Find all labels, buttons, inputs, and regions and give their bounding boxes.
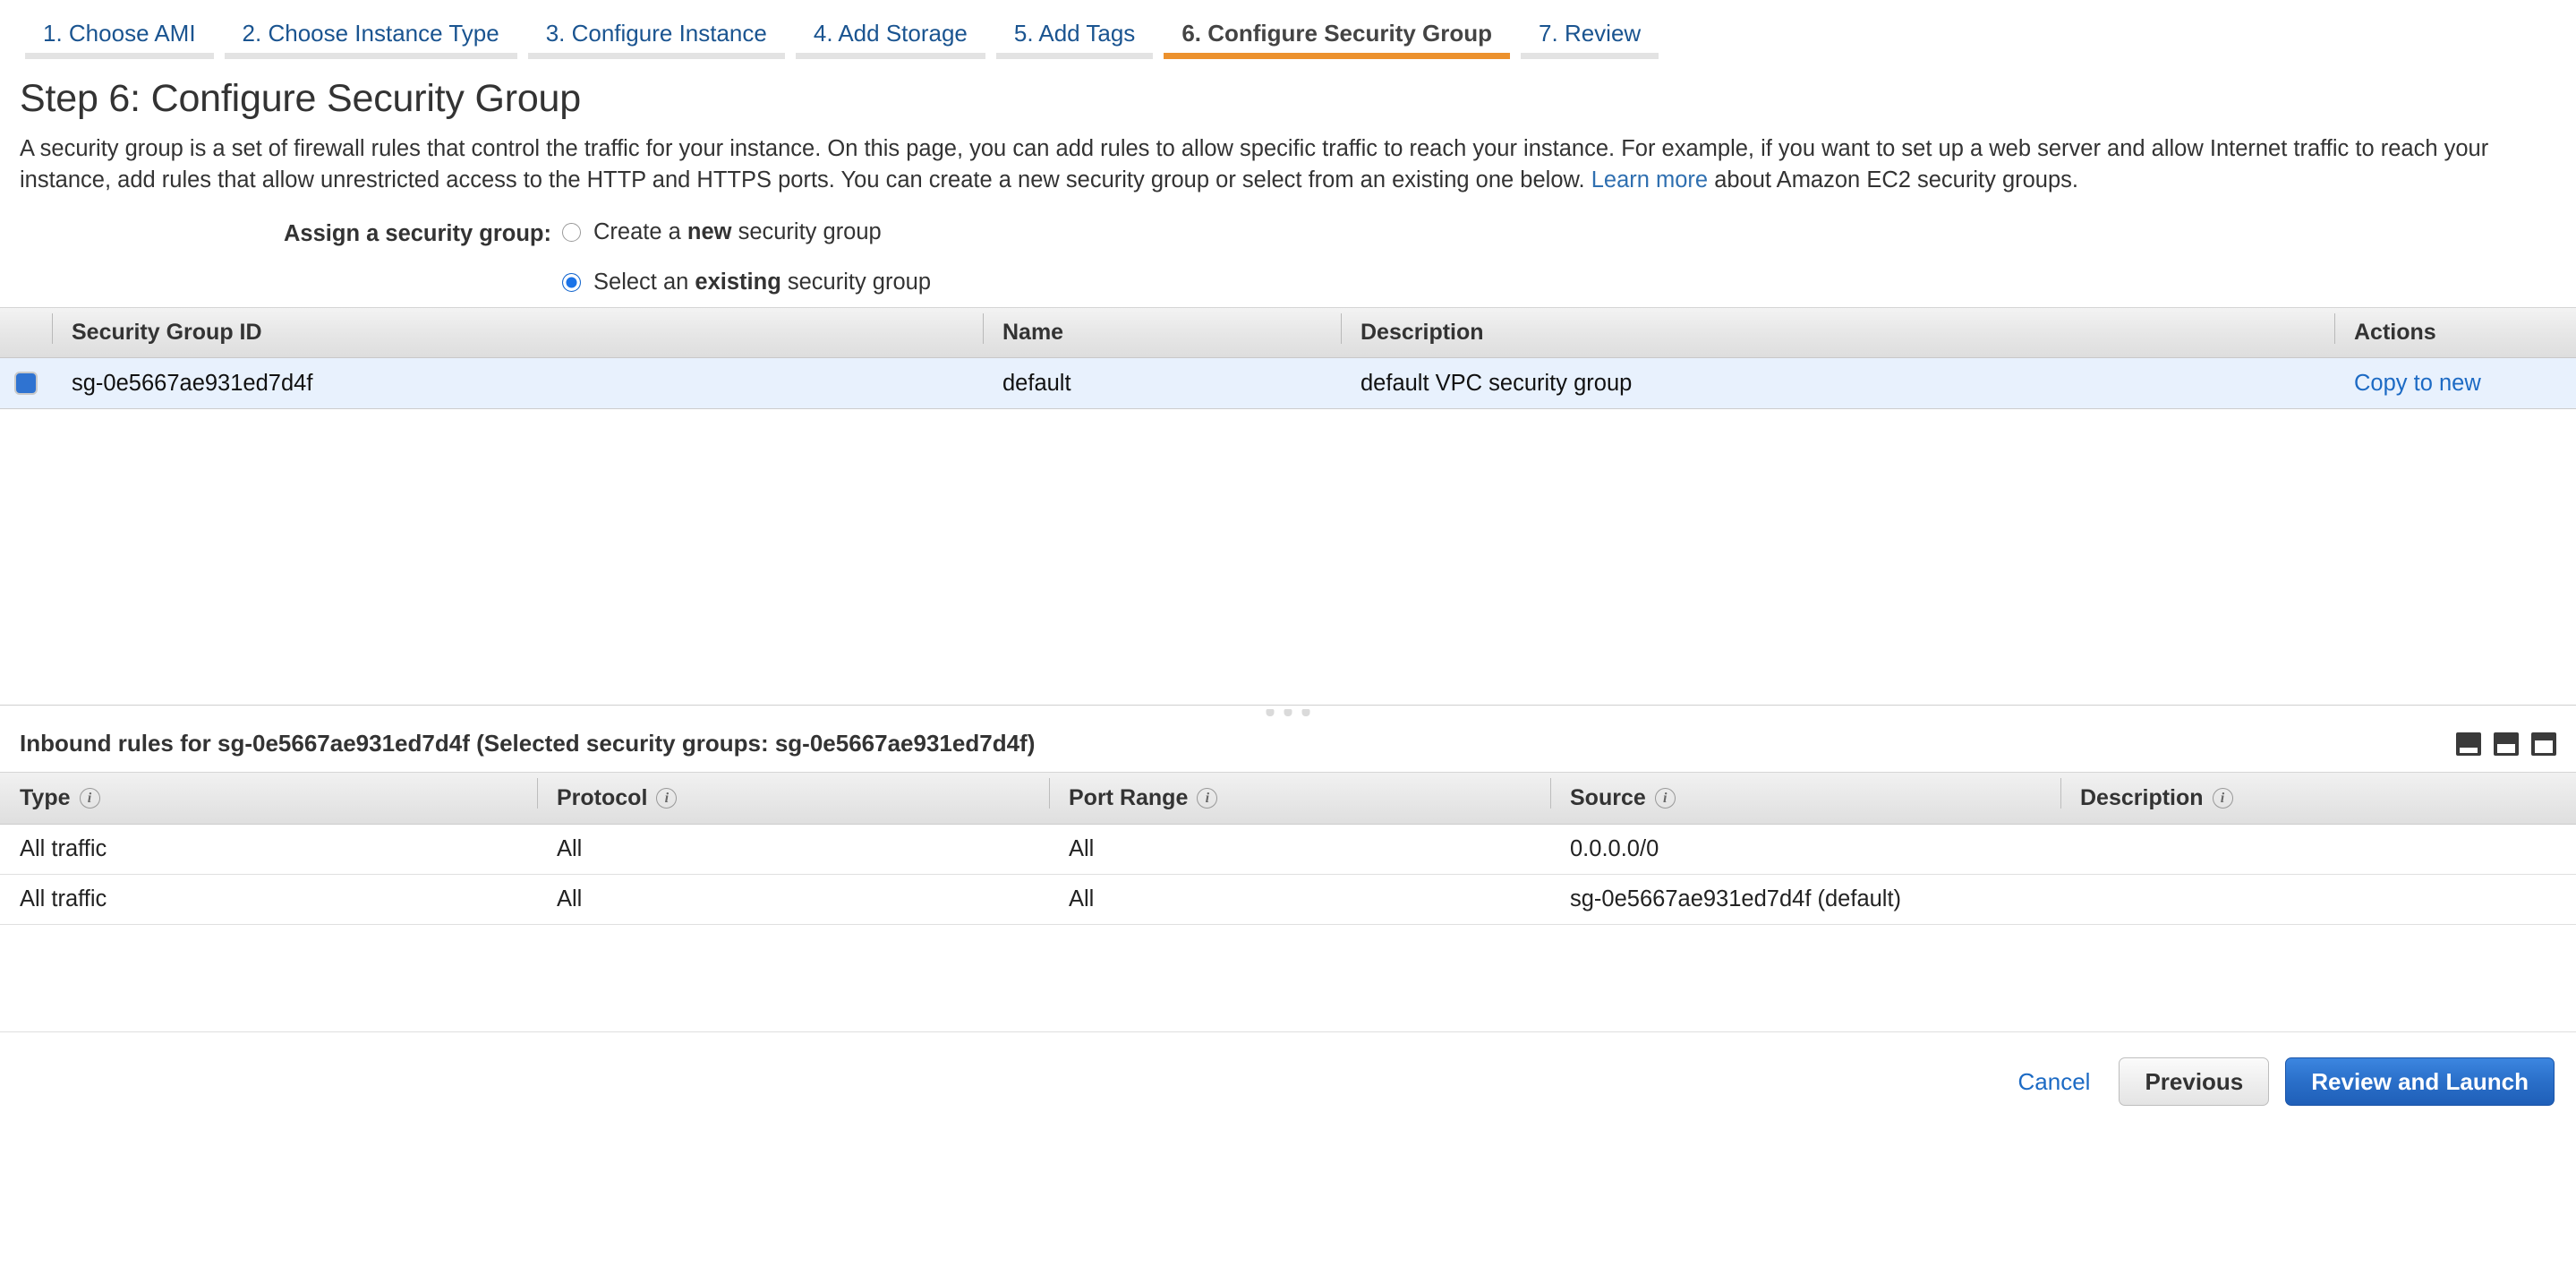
column-header-description-label: Description bbox=[2080, 785, 2204, 811]
info-icon[interactable]: i bbox=[2213, 788, 2233, 809]
page-description: A security group is a set of firewall ru… bbox=[20, 133, 2556, 196]
tab-underline bbox=[1521, 53, 1659, 59]
wizard-tab-label: 6. Configure Security Group bbox=[1181, 20, 1492, 47]
column-header-actions: Actions bbox=[2334, 320, 2576, 346]
inbound-rules-title: Inbound rules for sg-0e5667ae931ed7d4f (… bbox=[20, 730, 1035, 757]
previous-button[interactable]: Previous bbox=[2119, 1057, 2269, 1106]
panel-size-controls bbox=[2456, 732, 2556, 756]
cell-actions: Copy to new bbox=[2334, 371, 2576, 397]
learn-more-link[interactable]: Learn more bbox=[1591, 167, 1708, 193]
cell-port-range: All bbox=[1049, 836, 1550, 862]
radio-label-emphasis: new bbox=[687, 219, 732, 244]
wizard-tab-7[interactable]: 7. Review bbox=[1515, 21, 1664, 59]
inbound-rules-table-header: Type i Protocol i Port Range i Source i … bbox=[0, 773, 2576, 825]
splitter-grip-dots bbox=[1267, 709, 1310, 716]
table-row[interactable]: sg-0e5667ae931ed7d4f default default VPC… bbox=[0, 358, 2576, 408]
description-part-2: about Amazon EC2 security groups. bbox=[1708, 167, 2078, 193]
column-header-source[interactable]: Source i bbox=[1550, 785, 2060, 811]
tab-underline bbox=[225, 53, 517, 59]
wizard-tab-4[interactable]: 4. Add Storage bbox=[790, 21, 991, 59]
cell-description: default VPC security group bbox=[1341, 371, 2334, 397]
page-title: Step 6: Configure Security Group bbox=[20, 77, 2576, 121]
column-header-protocol[interactable]: Protocol i bbox=[537, 785, 1049, 811]
cancel-button[interactable]: Cancel bbox=[2006, 1068, 2103, 1096]
inbound-rules-empty-area bbox=[0, 925, 2576, 1032]
info-icon[interactable]: i bbox=[1655, 788, 1676, 809]
cell-type: All traffic bbox=[0, 836, 537, 862]
wizard-tab-label: 1. Choose AMI bbox=[43, 20, 196, 47]
tab-underline bbox=[796, 53, 985, 59]
wizard-step-tabs: 1. Choose AMI 2. Choose Instance Type 3.… bbox=[0, 0, 2576, 59]
wizard-tab-label: 4. Add Storage bbox=[814, 20, 968, 47]
wizard-tab-label: 3. Configure Instance bbox=[546, 20, 767, 47]
wizard-tab-3[interactable]: 3. Configure Instance bbox=[523, 21, 790, 59]
table-row[interactable]: All traffic All All sg-0e5667ae931ed7d4f… bbox=[0, 875, 2576, 925]
column-header-description[interactable]: Description i bbox=[2060, 785, 2576, 811]
column-header-port-range-label: Port Range bbox=[1069, 785, 1188, 811]
assign-security-group-label: Assign a security group: bbox=[247, 221, 551, 247]
column-header-source-label: Source bbox=[1570, 785, 1646, 811]
radio-label-create-new: Create a new security group bbox=[593, 219, 882, 245]
security-groups-table-header: Security Group ID Name Description Actio… bbox=[0, 308, 2576, 358]
info-icon[interactable]: i bbox=[80, 788, 100, 809]
column-header-port-range[interactable]: Port Range i bbox=[1049, 785, 1550, 811]
security-groups-table: Security Group ID Name Description Actio… bbox=[0, 307, 2576, 409]
cell-protocol: All bbox=[537, 886, 1049, 912]
wizard-tab-label: 7. Review bbox=[1539, 20, 1641, 47]
cell-security-group-id: sg-0e5667ae931ed7d4f bbox=[52, 371, 983, 397]
cell-type: All traffic bbox=[0, 886, 537, 912]
panel-size-medium-icon[interactable] bbox=[2494, 732, 2519, 756]
wizard-tab-6[interactable]: 6. Configure Security Group bbox=[1158, 21, 1515, 59]
radio-button-checked-icon[interactable] bbox=[562, 273, 581, 292]
radio-label-prefix: Select an bbox=[593, 270, 695, 295]
radio-label-suffix: security group bbox=[731, 219, 881, 244]
tab-underline-active bbox=[1164, 53, 1510, 59]
column-header-protocol-label: Protocol bbox=[557, 785, 647, 811]
table-row[interactable]: All traffic All All 0.0.0.0/0 bbox=[0, 825, 2576, 875]
inbound-rules-bar: Inbound rules for sg-0e5667ae931ed7d4f (… bbox=[0, 717, 2576, 772]
radio-create-new-security-group[interactable]: Create a new security group bbox=[562, 219, 882, 245]
security-groups-table-empty-area bbox=[0, 409, 2576, 705]
checkbox-checked-icon[interactable] bbox=[14, 372, 38, 395]
wizard-tab-label: 5. Add Tags bbox=[1014, 20, 1135, 47]
tab-underline bbox=[25, 53, 214, 59]
panel-size-small-icon[interactable] bbox=[2456, 732, 2481, 756]
grip-dot-icon bbox=[1302, 709, 1310, 716]
inbound-rules-table: Type i Protocol i Port Range i Source i … bbox=[0, 772, 2576, 925]
tab-underline bbox=[528, 53, 785, 59]
radio-label-emphasis: existing bbox=[695, 270, 780, 295]
row-checkbox-cell bbox=[0, 372, 52, 395]
wizard-tab-label: 2. Choose Instance Type bbox=[243, 20, 499, 47]
cell-port-range: All bbox=[1049, 886, 1550, 912]
column-header-type[interactable]: Type i bbox=[0, 785, 537, 811]
panel-size-large-icon[interactable] bbox=[2531, 732, 2556, 756]
cell-source: 0.0.0.0/0 bbox=[1550, 836, 2060, 862]
grip-dot-icon bbox=[1284, 709, 1292, 716]
radio-label-suffix: security group bbox=[781, 270, 931, 295]
radio-button-unchecked-icon[interactable] bbox=[562, 223, 581, 242]
info-icon[interactable]: i bbox=[1197, 788, 1217, 809]
radio-select-existing-security-group[interactable]: Select an existing security group bbox=[562, 270, 931, 295]
description-part-1: A security group is a set of firewall ru… bbox=[20, 136, 2488, 193]
wizard-tab-2[interactable]: 2. Choose Instance Type bbox=[219, 21, 523, 59]
copy-to-new-link[interactable]: Copy to new bbox=[2354, 371, 2481, 396]
wizard-tab-1[interactable]: 1. Choose AMI bbox=[20, 21, 219, 59]
cell-source: sg-0e5667ae931ed7d4f (default) bbox=[1550, 886, 2060, 912]
column-header-name[interactable]: Name bbox=[983, 320, 1341, 346]
column-header-description[interactable]: Description bbox=[1341, 320, 2334, 346]
tab-underline bbox=[996, 53, 1153, 59]
wizard-footer-actions: Cancel Previous Review and Launch bbox=[0, 1032, 2576, 1106]
grip-dot-icon bbox=[1267, 709, 1275, 716]
info-icon[interactable]: i bbox=[656, 788, 677, 809]
column-header-type-label: Type bbox=[20, 785, 71, 811]
cell-name: default bbox=[983, 371, 1341, 397]
column-header-security-group-id[interactable]: Security Group ID bbox=[52, 320, 983, 346]
assign-security-group-section: Assign a security group: Create a new se… bbox=[0, 219, 2576, 296]
review-and-launch-button[interactable]: Review and Launch bbox=[2285, 1057, 2555, 1106]
radio-label-select-existing: Select an existing security group bbox=[593, 270, 931, 295]
cell-protocol: All bbox=[537, 836, 1049, 862]
panel-splitter-handle[interactable] bbox=[0, 705, 2576, 717]
wizard-tab-5[interactable]: 5. Add Tags bbox=[991, 21, 1158, 59]
radio-label-prefix: Create a bbox=[593, 219, 687, 244]
